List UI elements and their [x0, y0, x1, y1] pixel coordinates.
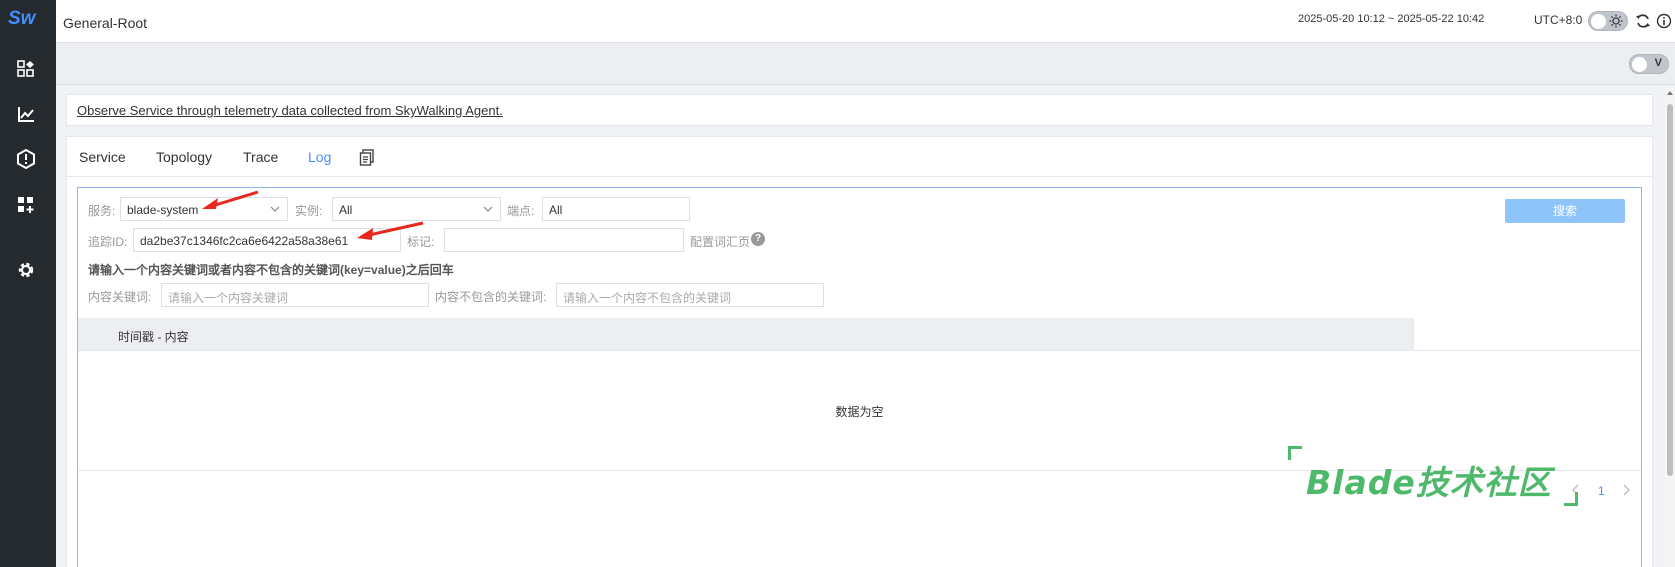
- table-header-spacer: [1413, 318, 1641, 351]
- instance-label: 实例:: [295, 204, 323, 218]
- toggle-label: V: [1654, 57, 1662, 69]
- empty-state: 数据为空: [835, 405, 884, 419]
- page-title: General-Root: [63, 15, 148, 31]
- tab-bar: Service Topology Trace Log: [67, 137, 1652, 177]
- trace-id-label: 追踪ID:: [88, 235, 128, 249]
- exclude-keyword-input[interactable]: 请输入一个内容不包含的关键词: [556, 283, 824, 307]
- scrollbar-thumb[interactable]: [1667, 104, 1673, 476]
- tag-input[interactable]: [444, 228, 684, 252]
- time-range-picker[interactable]: 2025-05-20 10:12 ~ 2025-05-22 10:42: [1298, 13, 1484, 25]
- search-button[interactable]: 搜索: [1505, 199, 1625, 223]
- tab-service[interactable]: Service: [79, 149, 126, 165]
- scrollbar[interactable]: [1665, 88, 1675, 567]
- instance-value: All: [339, 203, 353, 217]
- trace-id-value: da2be37c1346fc2ca6e6422a58a38e61: [140, 234, 349, 248]
- settings-icon[interactable]: [13, 257, 39, 283]
- exclude-keyword-label: 内容不包含的关键词:: [435, 290, 547, 304]
- help-icon[interactable]: ?: [751, 232, 765, 246]
- copy-icon[interactable]: [359, 149, 375, 169]
- refresh-icon[interactable]: [1635, 13, 1651, 32]
- tab-log[interactable]: Log: [308, 149, 331, 165]
- chevron-down-icon: [270, 206, 280, 212]
- tab-topology[interactable]: Topology: [156, 149, 212, 165]
- keyword-hint: 请输入一个内容关键词或者内容不包含的关键词(key=value)之后回车: [88, 263, 454, 277]
- log-widget: 服务: blade-system 实例: All 端点: All 搜索 追踪ID…: [77, 187, 1642, 567]
- view-toggle[interactable]: V: [1629, 54, 1669, 74]
- endpoint-value: All: [549, 203, 563, 217]
- service-label: 服务:: [88, 204, 116, 218]
- annotation-arrow: [202, 190, 259, 209]
- sidebar: Sw: [0, 0, 56, 567]
- instance-select[interactable]: All: [332, 197, 501, 221]
- info-banner: Observe Service through telemetry data c…: [66, 94, 1653, 126]
- column-header-timestamp-content: 时间戳 - 内容: [118, 330, 189, 344]
- scroll-up-icon: [1667, 91, 1673, 95]
- sun-icon: [1609, 14, 1623, 28]
- dashboard-toolbar: V: [56, 44, 1675, 85]
- exclude-keyword-placeholder: 请输入一个内容不包含的关键词: [563, 291, 732, 305]
- endpoint-select[interactable]: All: [542, 197, 690, 221]
- toggle-knob: [1591, 14, 1606, 29]
- alert-icon[interactable]: [13, 146, 39, 172]
- info-icon[interactable]: [1656, 13, 1672, 32]
- pagination-page[interactable]: 1: [1598, 484, 1605, 498]
- info-link[interactable]: Observe Service through telemetry data c…: [77, 103, 503, 118]
- watermark-text: Blade技术社区: [1306, 463, 1552, 502]
- config-vocabulary-link[interactable]: 配置词汇页: [690, 233, 750, 250]
- annotation-arrow: [357, 221, 424, 240]
- watermark: Blade技术社区: [1288, 446, 1578, 506]
- endpoint-label: 端点:: [507, 204, 535, 218]
- tab-trace[interactable]: Trace: [243, 149, 278, 165]
- chevron-down-icon: [483, 206, 493, 212]
- dashboard-icon[interactable]: [13, 56, 39, 82]
- chart-icon[interactable]: [13, 101, 39, 127]
- keyword-input[interactable]: 请输入一个内容关键词: [161, 283, 429, 307]
- toggle-knob: [1632, 57, 1647, 72]
- pagination-next-icon[interactable]: [1621, 484, 1631, 499]
- keyword-label: 内容关键词:: [88, 290, 152, 304]
- watermark-bracket: [1288, 446, 1302, 460]
- timezone-label[interactable]: UTC+8:0: [1534, 13, 1582, 27]
- table-header: 时间戳 - 内容: [78, 318, 1413, 351]
- skywalking-logo[interactable]: Sw: [8, 8, 44, 30]
- watermark-bracket: [1564, 492, 1578, 506]
- top-bar: General-Root 2025-05-20 10:12 ~ 2025-05-…: [56, 0, 1675, 43]
- keyword-placeholder: 请输入一个内容关键词: [168, 291, 289, 305]
- theme-toggle[interactable]: [1588, 11, 1628, 31]
- service-value: blade-system: [127, 203, 199, 217]
- add-widget-icon[interactable]: [13, 192, 39, 218]
